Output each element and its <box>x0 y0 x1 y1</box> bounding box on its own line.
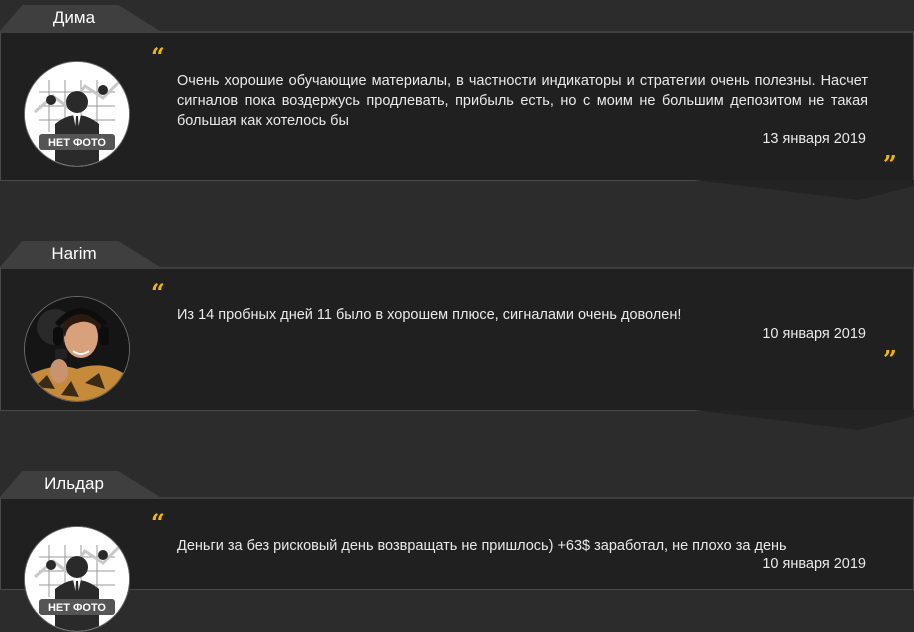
no-photo-icon: НЕТ ФОТО <box>25 527 129 631</box>
user-photo <box>25 297 129 401</box>
review-card: НЕТ ФОТО “ Очень хорошие обучающие матер… <box>0 31 914 181</box>
review-text: Деньги за без рисковый день возвращать н… <box>177 538 787 554</box>
quote-open-icon: “ <box>151 508 165 537</box>
review-card: НЕТ ФОТО “ Деньги за без рисковый день в… <box>0 497 914 632</box>
card-shadow <box>694 410 914 430</box>
avatar: НЕТ ФОТО <box>24 61 130 167</box>
reviewer-name: Harim <box>51 244 97 263</box>
avatar-label: НЕТ ФОТО <box>48 602 106 614</box>
review-date: 10 января 2019 <box>762 556 866 572</box>
quote-open-icon: “ <box>151 42 165 71</box>
reviewer-name: Дима <box>52 8 96 27</box>
avatar <box>24 296 130 402</box>
review-text: Из 14 пробных дней 11 было в хорошем плю… <box>177 307 682 323</box>
review-date: 13 января 2019 <box>762 131 866 147</box>
no-photo-icon: НЕТ ФОТО <box>25 62 129 166</box>
avatar-label: НЕТ ФОТО <box>48 137 106 149</box>
quote-close-icon: ” <box>883 345 897 374</box>
card-shadow <box>694 180 914 200</box>
quote-close-icon: ” <box>883 150 897 179</box>
avatar: НЕТ ФОТО <box>24 526 130 632</box>
review-item: Ильдар НЕТ ФОТО “ Деньги за без рисковый… <box>0 471 914 632</box>
review-card: “ Из 14 пробных дней 11 было в хорошем п… <box>0 267 914 411</box>
review-item: Дима НЕТ ФОТО “ Очень хорошие обучающие … <box>0 5 914 200</box>
review-item: Harim “ Из 14 пробных дней 11 было в хор… <box>0 241 914 431</box>
reviewer-name: Ильдар <box>44 474 104 493</box>
review-text: Очень хорошие обучающие материалы, в час… <box>177 73 868 129</box>
quote-open-icon: “ <box>151 278 165 307</box>
review-date: 10 января 2019 <box>762 326 866 342</box>
